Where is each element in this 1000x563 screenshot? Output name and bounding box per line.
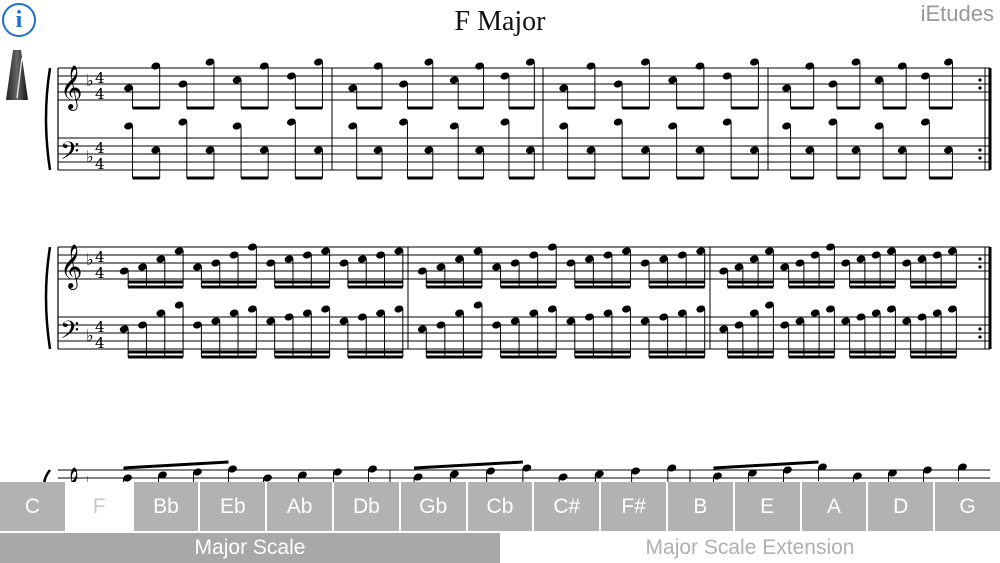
key-button-gb[interactable]: Gb — [400, 482, 468, 531]
note-beam — [713, 460, 819, 470]
treble-clef: 𝄞 — [60, 467, 82, 482]
tab-major-scale-extension[interactable]: Major Scale Extension — [500, 533, 1000, 563]
key-selector: C F Bb Eb Ab Db Gb Cb C# F# B E A D G — [0, 482, 1000, 531]
repeat-dot — [978, 78, 982, 82]
sheet-music: 𝄞𝄢♭♭4444𝄞𝄢♭♭4444𝄞♭ — [43, 58, 992, 482]
bass-clef: 𝄢 — [60, 137, 79, 172]
key-button-bb[interactable]: Bb — [133, 482, 201, 531]
key-button-b[interactable]: B — [667, 482, 735, 531]
repeat-dot — [978, 156, 982, 160]
key-button-db[interactable]: Db — [333, 482, 401, 531]
repeat-dot — [978, 86, 982, 90]
key-button-ab[interactable]: Ab — [267, 482, 334, 531]
key-button-f[interactable]: F — [66, 482, 134, 531]
repeat-dot — [978, 265, 982, 269]
key-button-c[interactable]: C — [0, 482, 67, 531]
brace — [44, 246, 52, 350]
bass-clef: 𝄢 — [60, 316, 79, 351]
note-beam — [414, 460, 523, 470]
time-signature-bottom: 4 — [95, 334, 105, 352]
time-signature-bottom: 4 — [95, 85, 105, 103]
key-signature-flat: ♭ — [86, 326, 94, 345]
treble-clef: 𝄞 — [60, 244, 82, 290]
key-signature-flat: ♭ — [86, 250, 94, 269]
scale-type-selector: Major Scale Major Scale Extension — [0, 533, 1000, 563]
key-button-e[interactable]: E — [734, 482, 802, 531]
repeat-dot — [978, 327, 982, 331]
time-signature-bottom: 4 — [95, 264, 105, 282]
key-button-d[interactable]: D — [868, 482, 936, 531]
brace — [44, 67, 52, 171]
key-signature-flat: ♭ — [86, 473, 94, 482]
treble-clef: 𝄞 — [60, 65, 82, 111]
key-signature-flat: ♭ — [86, 71, 94, 90]
metronome-icon[interactable] — [5, 48, 29, 102]
key-button-cb[interactable]: Cb — [467, 482, 535, 531]
brace — [43, 469, 51, 482]
repeat-dot — [978, 257, 982, 261]
info-icon: i — [15, 6, 23, 33]
info-button[interactable]: i — [2, 3, 36, 37]
key-button-a[interactable]: A — [801, 482, 869, 531]
key-button-c-sharp[interactable]: C# — [534, 482, 602, 531]
key-signature-flat: ♭ — [86, 147, 94, 166]
tab-major-scale[interactable]: Major Scale — [0, 533, 500, 563]
time-signature-bottom: 4 — [95, 155, 105, 173]
key-button-eb[interactable]: Eb — [200, 482, 268, 531]
repeat-dot — [978, 335, 982, 339]
key-button-g[interactable]: G — [935, 482, 1000, 531]
key-button-f-sharp[interactable]: F# — [601, 482, 668, 531]
page-title: F Major — [454, 6, 546, 37]
repeat-dot — [978, 148, 982, 152]
app-brand: iEtudes — [920, 1, 994, 26]
note-beam — [123, 460, 229, 470]
